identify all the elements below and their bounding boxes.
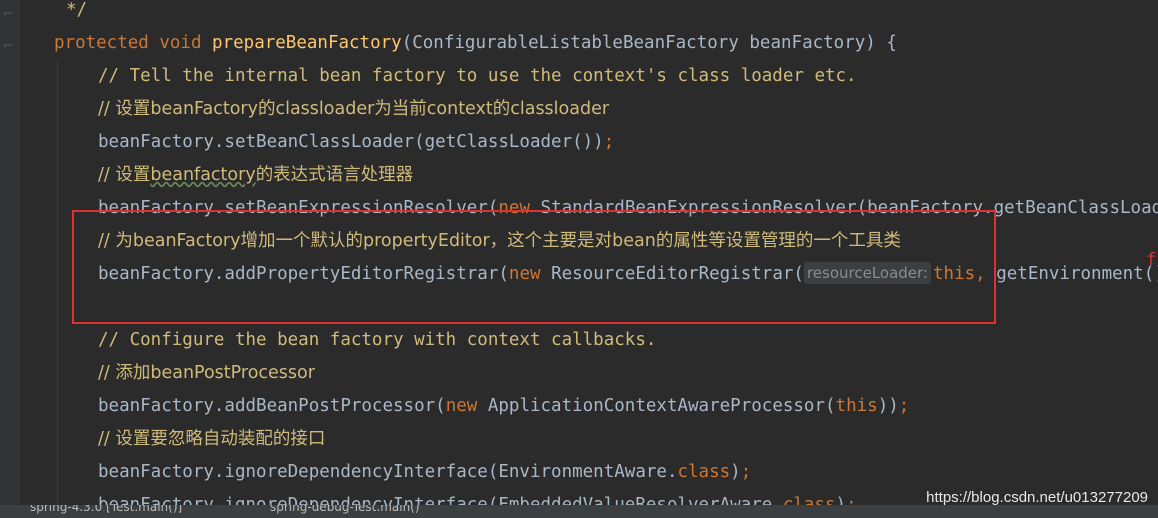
code-token: ; [846,495,857,505]
debug-config-tab[interactable]: spring-debug-Test.main() [270,505,420,514]
code-token: class [677,462,731,482]
code-token: ApplicationContextAwareProcessor( [487,396,836,416]
code-token: 的表达式语言处理器 [255,165,414,185]
code-token: beanFactory.setBeanClassLoader(getClassL… [98,132,604,152]
code-token: // 设置 [98,165,151,185]
fold-marker-icon[interactable]: ⌐ [2,8,14,20]
fold-marker-icon [2,172,14,184]
code-line[interactable]: // Tell the internal bean factory to use… [98,60,857,93]
code-line[interactable]: // 设置beanfactory的表达式语言处理器 [98,159,413,192]
indent-guide [57,60,58,505]
code-line[interactable]: // 设置beanFactory的classloader为当前context的c… [98,93,609,126]
code-line[interactable]: // 添加beanPostProcessor [98,357,315,390]
code-token: beanFactory.ignoreDependencyInterface(Em… [98,495,783,505]
code-token: prepareBeanFactory [212,33,402,53]
code-token: */ [66,0,88,20]
code-token: class [782,495,836,505]
code-token: // Tell the internal bean factory to use… [98,66,857,86]
code-token: ) [835,495,847,505]
code-line[interactable]: beanFactory.setBeanClassLoader(getClassL… [98,126,614,159]
code-token: getEnvironment())); [996,264,1158,284]
code-line[interactable]: beanFactory.addBeanPostProcessor(new App… [98,390,909,423]
run-config-tab[interactable]: spring-4.3.0 [Test.main()] [30,505,182,514]
code-token: ; [898,396,910,416]
code-line[interactable]: */ [66,0,87,27]
watermark-url: https://blog.csdn.net/u013277209 [926,489,1148,506]
code-line[interactable]: beanFactory.ignoreDependencyInterface(Em… [98,489,857,505]
code-token: beanfactory [150,165,256,185]
code-token: ; [603,132,615,152]
code-token: protected void [54,33,213,53]
code-token: // Configure the bean factory with conte… [98,330,657,350]
code-token: ; [740,462,752,482]
highlight-box [72,210,996,324]
code-line[interactable]: protected void prepareBeanFactory(Config… [54,27,897,60]
cropped-annotation-text: f [1146,250,1157,270]
editor-gutter[interactable]: ⌐ ⌐ [0,0,20,505]
code-token: ) [730,462,741,482]
code-token: // 设置beanFactory的classloader为当前context的c… [98,99,610,119]
code-line[interactable]: beanFactory.ignoreDependencyInterface(En… [98,456,751,489]
code-token: new [445,396,488,416]
code-token: beanFactory.ignoreDependencyInterface(En… [98,462,678,482]
code-token: )) [877,396,899,416]
code-token: beanFactory.addBeanPostProcessor( [98,396,446,416]
code-token: // 设置要忽略自动装配的接口 [98,429,326,449]
code-line[interactable]: // Configure the bean factory with conte… [98,324,656,357]
bottom-tool-bar: spring-4.3.0 [Test.main()] spring-debug-… [0,505,1158,518]
code-token: this [835,396,878,416]
fold-marker-icon[interactable]: ⌐ [2,40,14,52]
code-token: // 添加beanPostProcessor [98,363,315,383]
code-line[interactable]: // 设置要忽略自动装配的接口 [98,423,325,456]
code-token: (ConfigurableListableBeanFactory beanFac… [401,33,897,53]
